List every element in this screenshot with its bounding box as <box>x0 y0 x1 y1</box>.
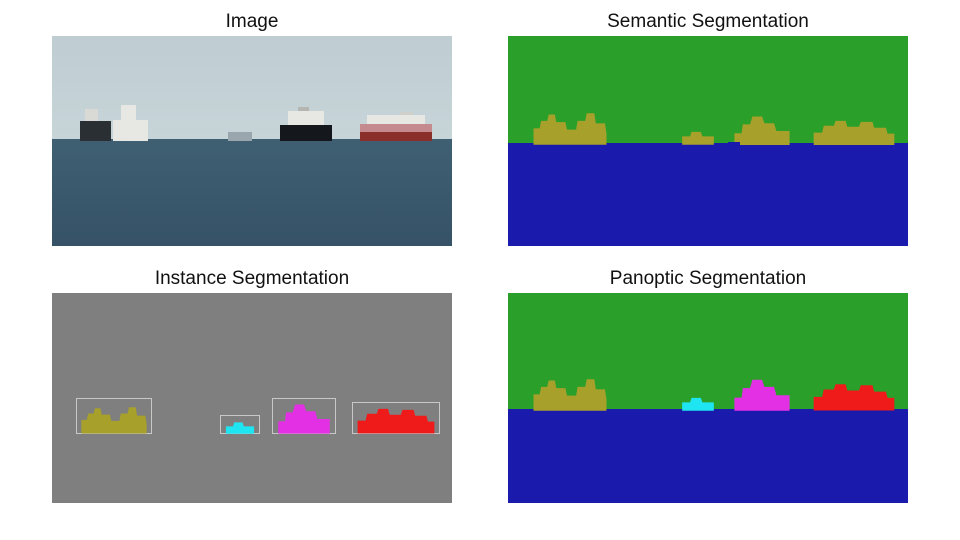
panel-image-canvas <box>52 36 452 246</box>
panel-instance-title: Instance Segmentation <box>155 265 349 293</box>
panel-image: Image <box>40 8 464 259</box>
photo-ship-4 <box>360 112 432 141</box>
semantic-sea-slit <box>728 142 740 147</box>
instance-ship-4 <box>356 404 436 433</box>
panel-panoptic-canvas <box>508 293 908 503</box>
instance-ship-1 <box>80 402 148 434</box>
panel-instance: Instance Segmentation <box>40 265 464 516</box>
panoptic-ship-4 <box>812 379 896 411</box>
photo-ship-2 <box>228 128 252 141</box>
semantic-sea-region <box>508 143 908 246</box>
semantic-ship-1 <box>532 107 608 145</box>
panel-semantic-canvas <box>508 36 908 246</box>
semantic-ship-3 <box>732 112 792 146</box>
panoptic-ship-2 <box>680 394 716 411</box>
panel-semantic: Semantic Segmentation <box>496 8 920 259</box>
semantic-ship-2 <box>680 128 716 145</box>
panoptic-sea-region <box>508 409 908 504</box>
photo-ship-3 <box>280 107 332 141</box>
panoptic-ship-3 <box>732 375 792 411</box>
instance-ship-3 <box>276 400 332 434</box>
panel-image-title: Image <box>226 8 279 36</box>
segmentation-comparison-figure: Image <box>0 0 960 540</box>
panel-semantic-title: Semantic Segmentation <box>607 8 809 36</box>
photo-sea-region <box>52 139 452 246</box>
photo-ship-1 <box>80 105 148 141</box>
panoptic-ship-1 <box>532 373 608 411</box>
panel-panoptic: Panoptic Segmentation <box>496 265 920 516</box>
panel-panoptic-title: Panoptic Segmentation <box>610 265 806 293</box>
instance-ship-2 <box>224 419 256 434</box>
panel-instance-canvas <box>52 293 452 503</box>
semantic-ship-4 <box>812 116 896 145</box>
